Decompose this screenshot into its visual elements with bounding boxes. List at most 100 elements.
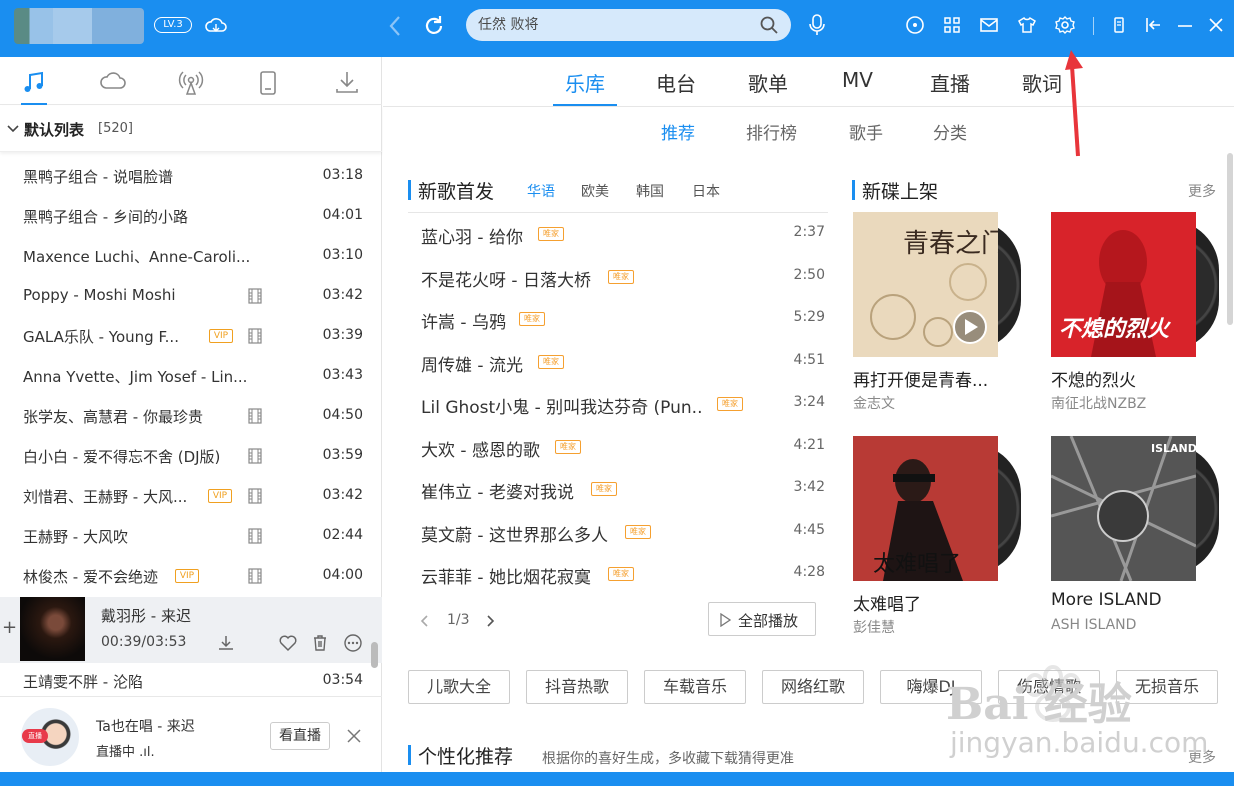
- new-song-row[interactable]: 云菲菲 - 她比烟花寂寞 唯家 4:28: [421, 555, 825, 595]
- add-button[interactable]: +: [2, 617, 17, 638]
- subtab-artists[interactable]: 歌手: [849, 119, 883, 144]
- tab-mv[interactable]: MV: [842, 68, 873, 92]
- user-avatar[interactable]: [14, 8, 144, 44]
- tag-button[interactable]: 网络红歌: [762, 670, 864, 704]
- song-title: Lil Ghost小鬼 - 别叫我达芬奇 (Pun..: [421, 398, 703, 418]
- close-icon[interactable]: [344, 726, 364, 746]
- song-row[interactable]: 黑鸭子组合 - 说唱脸谱 03:18: [0, 156, 370, 196]
- subtab-charts[interactable]: 排行榜: [746, 119, 797, 144]
- disc-icon[interactable]: [905, 15, 925, 35]
- song-row[interactable]: 林俊杰 - 爱不会绝迹 VIP 04:00: [0, 556, 370, 596]
- new-song-row[interactable]: 蓝心羽 - 给你 唯家 2:37: [421, 215, 825, 255]
- mv-icon[interactable]: [247, 328, 263, 344]
- new-song-row[interactable]: 不是花火呀 - 日落大桥 唯家 2:50: [421, 258, 825, 298]
- skin-icon[interactable]: [1017, 15, 1037, 35]
- song-row[interactable]: 王靖雯不胖 - 沦陷 03:54: [0, 661, 370, 701]
- new-song-row[interactable]: 莫文蔚 - 这世界那么多人 唯家 4:45: [421, 513, 825, 553]
- tag-button[interactable]: 抖音热歌: [526, 670, 628, 704]
- new-song-row[interactable]: 许嵩 - 乌鸦 唯家 5:29: [421, 300, 825, 340]
- new-song-row[interactable]: 崔伟立 - 老婆对我说 唯家 3:42: [421, 470, 825, 510]
- tab-live[interactable]: 直播: [930, 68, 970, 97]
- play-icon: [720, 613, 731, 627]
- prev-page-icon[interactable]: [418, 614, 432, 628]
- scrollbar-thumb[interactable]: [371, 642, 378, 668]
- watch-live-button[interactable]: 看直播: [270, 722, 330, 750]
- music-note-icon: [24, 71, 43, 92]
- album-cover[interactable]: 青春之门: [853, 212, 998, 357]
- tab-download[interactable]: [316, 57, 376, 105]
- voice-search-icon[interactable]: [806, 12, 828, 38]
- playlist-header[interactable]: 默认列表 [520]: [0, 106, 382, 152]
- subtab-recommend[interactable]: 推荐: [661, 119, 695, 144]
- new-song-row[interactable]: Lil Ghost小鬼 - 别叫我达芬奇 (Pun.. 唯家 3:24: [421, 385, 825, 425]
- mini-mode-icon[interactable]: [1109, 15, 1129, 35]
- tab-lyrics[interactable]: 歌词: [1022, 68, 1062, 97]
- song-duration: 03:39: [322, 327, 363, 343]
- cloud-icon[interactable]: [204, 14, 228, 36]
- album-cover[interactable]: 太难唱了: [853, 436, 998, 581]
- subtab-categories[interactable]: 分类: [933, 119, 967, 144]
- song-duration: 4:28: [793, 564, 825, 580]
- download-icon[interactable]: [216, 633, 236, 653]
- song-row[interactable]: Anna Yvette、Jim Yosef - Lin... 03:43: [0, 356, 370, 396]
- more-icon[interactable]: [343, 633, 363, 653]
- album-cover[interactable]: 不熄的烈火: [1051, 212, 1196, 357]
- back-icon[interactable]: [384, 12, 408, 40]
- gear-icon[interactable]: [1055, 15, 1075, 35]
- song-title: 莫文蔚 - 这世界那么多人: [421, 526, 608, 546]
- mv-icon[interactable]: [247, 528, 263, 544]
- section-subtitle: 根据你的喜好生成，多收藏下载猜得更准: [542, 751, 794, 767]
- search-icon[interactable]: [759, 15, 779, 35]
- mail-icon[interactable]: [979, 15, 999, 35]
- mv-icon[interactable]: [247, 408, 263, 424]
- tab-music[interactable]: [3, 57, 63, 105]
- heart-icon[interactable]: [278, 633, 298, 653]
- mv-icon[interactable]: [247, 448, 263, 464]
- trash-icon[interactable]: [310, 633, 330, 653]
- more-link[interactable]: 更多: [1188, 181, 1216, 201]
- tag-button[interactable]: 车载音乐: [644, 670, 746, 704]
- mv-icon[interactable]: [247, 488, 263, 504]
- tab-radio[interactable]: [159, 57, 219, 105]
- close-icon[interactable]: [1206, 15, 1226, 35]
- tab-library[interactable]: 乐库: [565, 68, 605, 97]
- album-card[interactable]: 青春之门 再打开便是青春... 金志文: [853, 212, 1023, 422]
- song-title: 许嵩 - 乌鸦: [421, 313, 506, 333]
- tag-button[interactable]: 儿歌大全: [408, 670, 510, 704]
- song-row[interactable]: Poppy - Moshi Moshi 03:42: [0, 276, 370, 316]
- song-row[interactable]: 刘惜君、王赫野 - 大风... VIP 03:42: [0, 476, 370, 516]
- album-card[interactable]: 太难唱了 太难唱了 彭佳慧: [853, 436, 1023, 646]
- refresh-icon[interactable]: [421, 12, 447, 40]
- song-row[interactable]: GALA乐队 - Young F... VIP 03:39: [0, 316, 370, 356]
- song-row[interactable]: 白小白 - 爱不得忘不舍 (DJ版) 03:59: [0, 436, 370, 476]
- mv-icon[interactable]: [247, 568, 263, 584]
- album-card[interactable]: 不熄的烈火 不熄的烈火 南征北战NZBZ: [1051, 212, 1221, 422]
- song-row[interactable]: 王赫野 - 大风吹 02:44: [0, 516, 370, 556]
- song-title: 王靖雯不胖 - 沦陷: [23, 673, 143, 691]
- minimize-icon[interactable]: [1175, 15, 1195, 35]
- album-cover[interactable]: ISLAND: [1051, 436, 1196, 581]
- tab-radio[interactable]: 电台: [656, 68, 696, 97]
- new-song-row[interactable]: 大欢 - 感恩的歌 唯家 4:21: [421, 428, 825, 468]
- region-japanese[interactable]: 日本: [692, 181, 720, 201]
- now-playing-row[interactable]: + 戴羽彤 - 来迟 00:39/03:53: [0, 597, 382, 663]
- tab-cloud[interactable]: [81, 57, 141, 105]
- play-all-button[interactable]: 全部播放: [708, 602, 816, 636]
- song-row[interactable]: Maxence Luchi、Anne-Caroli... 03:10: [0, 236, 370, 276]
- album-card[interactable]: ISLAND More ISLAND ASH ISLAND: [1051, 436, 1221, 646]
- region-chinese[interactable]: 华语: [527, 181, 555, 201]
- next-page-icon[interactable]: [483, 614, 497, 628]
- tab-device[interactable]: [238, 57, 298, 105]
- left-tabs: [0, 57, 382, 105]
- region-korean[interactable]: 韩国: [636, 181, 664, 201]
- region-western[interactable]: 欧美: [581, 181, 609, 201]
- search-input[interactable]: [478, 15, 748, 35]
- apps-icon[interactable]: [942, 15, 962, 35]
- song-row[interactable]: 黑鸭子组合 - 乡间的小路 04:01: [0, 196, 370, 236]
- song-row[interactable]: 张学友、高慧君 - 你最珍贵 04:50: [0, 396, 370, 436]
- mv-icon[interactable]: [247, 288, 263, 304]
- tab-playlists[interactable]: 歌单: [748, 68, 788, 97]
- scrollbar-thumb[interactable]: [1227, 153, 1233, 325]
- new-song-row[interactable]: 周传雄 - 流光 唯家 4:51: [421, 343, 825, 383]
- collapse-icon[interactable]: [1143, 15, 1163, 35]
